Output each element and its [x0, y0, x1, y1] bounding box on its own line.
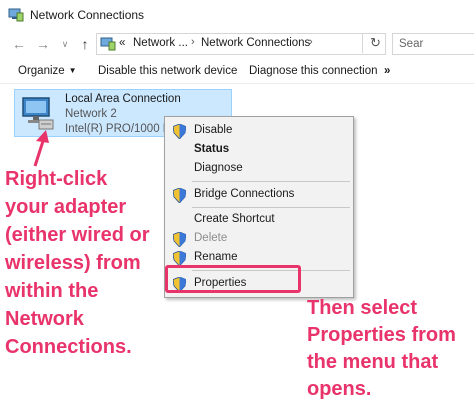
address-box[interactable]: « Network ... › Network Connections › ∨ [96, 33, 444, 55]
annotation-line: the menu that [307, 351, 439, 373]
shield-icon [173, 251, 186, 266]
breadcrumb-separator-icon[interactable]: › [191, 36, 195, 48]
address-bar-row: ← → ∨ ↑ « Network ... › Network Connecti… [0, 30, 474, 58]
menu-label: Disable [194, 124, 233, 136]
breadcrumb-prefix[interactable]: « [119, 37, 125, 49]
search-placeholder: Sear [399, 38, 424, 50]
adapter-network: Network 2 [65, 108, 117, 120]
menu-label: Rename [194, 251, 238, 263]
diagnose-connection-button[interactable]: Diagnose this connection [249, 65, 378, 77]
menu-label: Status [194, 143, 230, 155]
menu-item-bridge-connections[interactable]: Bridge Connections [165, 185, 353, 205]
menu-label: Delete [194, 232, 228, 244]
organize-button[interactable]: Organize ▼ [18, 65, 77, 77]
annotation-line: opens. [307, 378, 372, 400]
menu-item-disable[interactable]: Disable [165, 121, 353, 141]
more-commands-button[interactable]: » [384, 65, 390, 77]
command-bar: Organize ▼ Disable this network device Di… [0, 58, 474, 84]
annotation-line: your adapter [5, 196, 127, 218]
menu-label: Diagnose [194, 162, 243, 174]
up-arrow-icon[interactable]: ↑ [76, 35, 94, 53]
shield-icon [173, 232, 186, 247]
search-input[interactable]: Sear [392, 33, 474, 55]
disable-device-button[interactable]: Disable this network device [98, 65, 237, 77]
shield-icon [173, 188, 186, 203]
menu-label: Create Shortcut [194, 213, 275, 225]
annotation-line: wireless) from [5, 252, 141, 274]
menu-separator [192, 207, 350, 208]
breadcrumb-network-connections[interactable]: Network Connections [201, 37, 310, 49]
annotation-line: within the [5, 280, 99, 302]
network-connections-icon [8, 8, 24, 22]
menu-item-diagnose[interactable]: Diagnose [165, 159, 353, 179]
annotation-left: Right-click your adapter (either wired o… [5, 165, 165, 361]
annotation-line: Network [5, 308, 84, 330]
annotation-line: Right-click [5, 168, 108, 190]
breadcrumb-separator-icon[interactable]: › [309, 36, 313, 48]
recent-chevron-icon[interactable]: ∨ [56, 35, 74, 53]
annotation-line: Properties from [307, 324, 456, 346]
menu-item-create-shortcut[interactable]: Create Shortcut [165, 210, 353, 230]
shield-icon [173, 124, 186, 139]
annotation-line: Then select [307, 297, 418, 319]
menu-item-status[interactable]: Status [165, 140, 353, 160]
back-arrow-icon[interactable]: ← [10, 35, 28, 53]
properties-highlight-box [165, 265, 301, 293]
refresh-icon[interactable]: ↻ [362, 33, 388, 53]
annotation-line: Connections. [5, 336, 132, 358]
menu-item-delete: Delete [165, 229, 353, 249]
title-bar: Network Connections [0, 0, 474, 30]
annotation-arrow-icon [33, 130, 49, 167]
control-panel-icon [100, 37, 116, 51]
breadcrumb-network[interactable]: Network ... [133, 37, 188, 49]
annotation-right: Then select Properties from the menu tha… [307, 295, 474, 403]
forward-arrow-icon[interactable]: → [34, 35, 52, 53]
adapter-name: Local Area Connection [65, 93, 181, 105]
menu-label: Bridge Connections [194, 188, 295, 200]
window-title: Network Connections [30, 8, 145, 22]
menu-separator [192, 181, 350, 182]
caret-down-icon: ▼ [68, 66, 77, 75]
network-adapter-icon [22, 97, 54, 130]
annotation-line: (either wired or [5, 224, 150, 246]
